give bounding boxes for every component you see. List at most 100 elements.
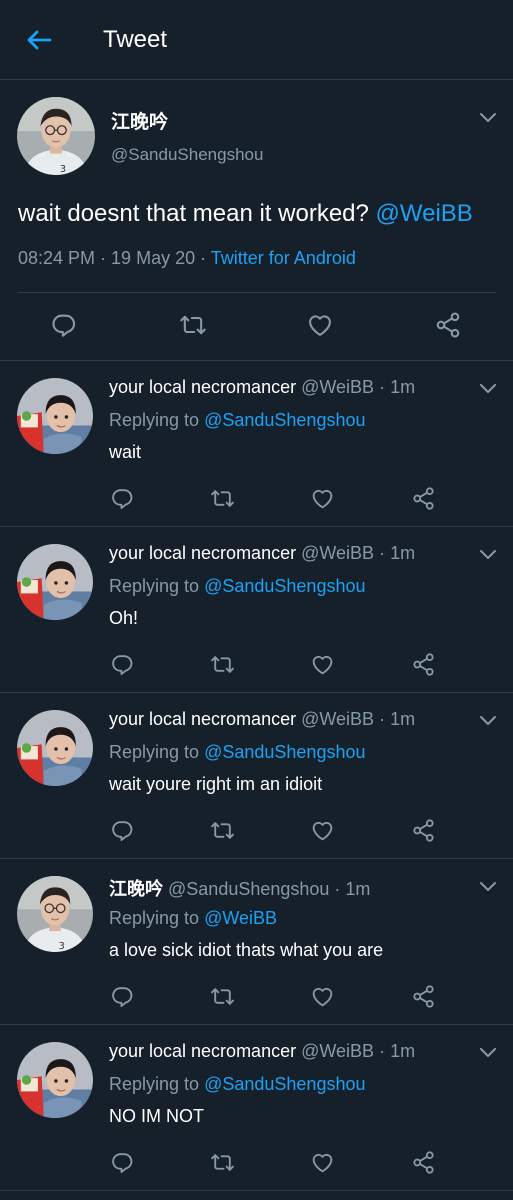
tweet-source-link[interactable]: Twitter for Android — [211, 248, 356, 268]
reply-header: 江晚吟 @SanduShengshou · 1m — [109, 875, 370, 901]
mention-link[interactable]: @WeiBB — [204, 908, 277, 928]
reply-header: your local necromancer @WeiBB · 1m — [109, 377, 415, 398]
author-handle[interactable]: @WeiBB — [301, 709, 374, 729]
reply-time: 1m — [390, 543, 416, 563]
retweet-icon[interactable] — [209, 984, 236, 1009]
reply-tweet[interactable]: 江晚吟 @SanduShengshou · 1m Replying to @We… — [0, 859, 513, 1025]
reply-header: your local necromancer @WeiBB · 1m — [109, 1041, 415, 1062]
separator: · — [195, 248, 211, 268]
back-button[interactable] — [22, 26, 56, 54]
reply-tweet[interactable]: your local necromancer @WeiBB · 1m Reply… — [0, 361, 513, 527]
reply-text: wait youre right im an idioit — [109, 774, 323, 794]
chevron-down-icon[interactable] — [479, 112, 497, 124]
author-name[interactable]: your local necromancer — [109, 709, 296, 729]
share-icon[interactable] — [411, 984, 436, 1009]
top-bar: Tweet — [0, 0, 513, 80]
reply-time: 1m — [390, 377, 416, 397]
tweet-meta: 08:24 PM · 19 May 20 · Twitter for Andro… — [18, 248, 356, 269]
author-handle[interactable]: @SanduShengshou — [111, 145, 263, 165]
replying-to: Replying to @WeiBB — [109, 908, 277, 929]
like-icon[interactable] — [306, 311, 334, 339]
author-name[interactable]: your local necromancer — [109, 377, 296, 397]
avatar[interactable] — [17, 710, 93, 786]
replying-to: Replying to @SanduShengshou — [109, 410, 365, 431]
like-icon[interactable] — [310, 818, 335, 843]
avatar[interactable] — [17, 876, 93, 952]
divider — [18, 292, 496, 293]
reply-header: your local necromancer @WeiBB · 1m — [109, 543, 415, 564]
retweet-icon[interactable] — [178, 311, 208, 339]
mention-link[interactable]: @WeiBB — [376, 200, 473, 227]
reply-icon[interactable] — [110, 984, 135, 1009]
tweet-text: wait doesnt that mean it worked? @WeiBB — [18, 200, 473, 228]
separator: · — [374, 709, 391, 729]
author-name[interactable]: your local necromancer — [109, 543, 296, 563]
separator: · — [374, 543, 391, 563]
chevron-down-icon[interactable] — [479, 715, 497, 727]
replying-label: Replying to — [109, 1074, 200, 1094]
share-icon[interactable] — [411, 818, 436, 843]
tweet-time: 08:24 PM — [18, 248, 96, 268]
reply-time: 1m — [345, 879, 371, 899]
avatar[interactable] — [17, 1042, 93, 1118]
separator: · — [329, 879, 346, 899]
like-icon[interactable] — [310, 486, 335, 511]
main-tweet: 江晚吟 @SanduShengshou wait doesnt that mea… — [0, 80, 513, 361]
share-icon[interactable] — [411, 1150, 436, 1175]
share-icon[interactable] — [434, 311, 462, 339]
avatar[interactable] — [17, 97, 95, 175]
tweet-body: wait doesnt that mean it worked? — [18, 200, 369, 227]
replying-label: Replying to — [109, 576, 200, 596]
retweet-icon[interactable] — [209, 486, 236, 511]
arrow-left-icon — [27, 30, 52, 50]
separator: · — [374, 377, 391, 397]
replying-label: Replying to — [109, 410, 200, 430]
reply-icon[interactable] — [110, 818, 135, 843]
avatar[interactable] — [17, 378, 93, 454]
chevron-down-icon[interactable] — [479, 383, 497, 395]
reply-time: 1m — [390, 1041, 416, 1061]
author-handle[interactable]: @WeiBB — [301, 1041, 374, 1061]
reply-tweet[interactable]: your local necromancer @WeiBB · 1m Reply… — [0, 1025, 513, 1191]
mention-link[interactable]: @SanduShengshou — [204, 742, 365, 762]
author-handle[interactable]: @WeiBB — [301, 377, 374, 397]
share-icon[interactable] — [411, 486, 436, 511]
mention-link[interactable]: @SanduShengshou — [204, 1074, 365, 1094]
reply-tweet[interactable]: your local necromancer @WeiBB · 1m Reply… — [0, 693, 513, 859]
reply-icon[interactable] — [110, 486, 135, 511]
avatar[interactable] — [17, 544, 93, 620]
like-icon[interactable] — [310, 1150, 335, 1175]
replying-label: Replying to — [109, 908, 200, 928]
reply-time: 1m — [390, 709, 416, 729]
chevron-down-icon[interactable] — [479, 549, 497, 561]
author-handle[interactable]: @SanduShengshou — [168, 879, 329, 899]
replying-to: Replying to @SanduShengshou — [109, 576, 365, 597]
retweet-icon[interactable] — [209, 1150, 236, 1175]
like-icon[interactable] — [310, 652, 335, 677]
reply-icon[interactable] — [110, 1150, 135, 1175]
replying-to: Replying to @SanduShengshou — [109, 1074, 365, 1095]
tweet-date: 19 May 20 — [111, 248, 196, 268]
reply-text: Oh! — [109, 608, 139, 628]
retweet-icon[interactable] — [209, 652, 236, 677]
reply-header: your local necromancer @WeiBB · 1m — [109, 709, 415, 730]
separator: · — [374, 1041, 391, 1061]
share-icon[interactable] — [411, 652, 436, 677]
reply-text: wait — [109, 442, 142, 462]
separator: · — [95, 248, 112, 268]
author-name[interactable]: your local necromancer — [109, 1041, 296, 1061]
chevron-down-icon[interactable] — [479, 1047, 497, 1059]
chevron-down-icon[interactable] — [479, 881, 497, 893]
mention-link[interactable]: @SanduShengshou — [204, 576, 365, 596]
page-title: Tweet — [103, 26, 168, 53]
mention-link[interactable]: @SanduShengshou — [204, 410, 365, 430]
reply-tweet[interactable]: your local necromancer @WeiBB · 1m Reply… — [0, 527, 513, 693]
reply-icon[interactable] — [110, 652, 135, 677]
like-icon[interactable] — [310, 984, 335, 1009]
retweet-icon[interactable] — [209, 818, 236, 843]
reply-icon[interactable] — [50, 311, 78, 339]
replying-to: Replying to @SanduShengshou — [109, 742, 365, 763]
author-name[interactable]: 江晚吟 — [111, 107, 168, 134]
author-name[interactable]: 江晚吟 — [109, 879, 163, 900]
author-handle[interactable]: @WeiBB — [301, 543, 374, 563]
